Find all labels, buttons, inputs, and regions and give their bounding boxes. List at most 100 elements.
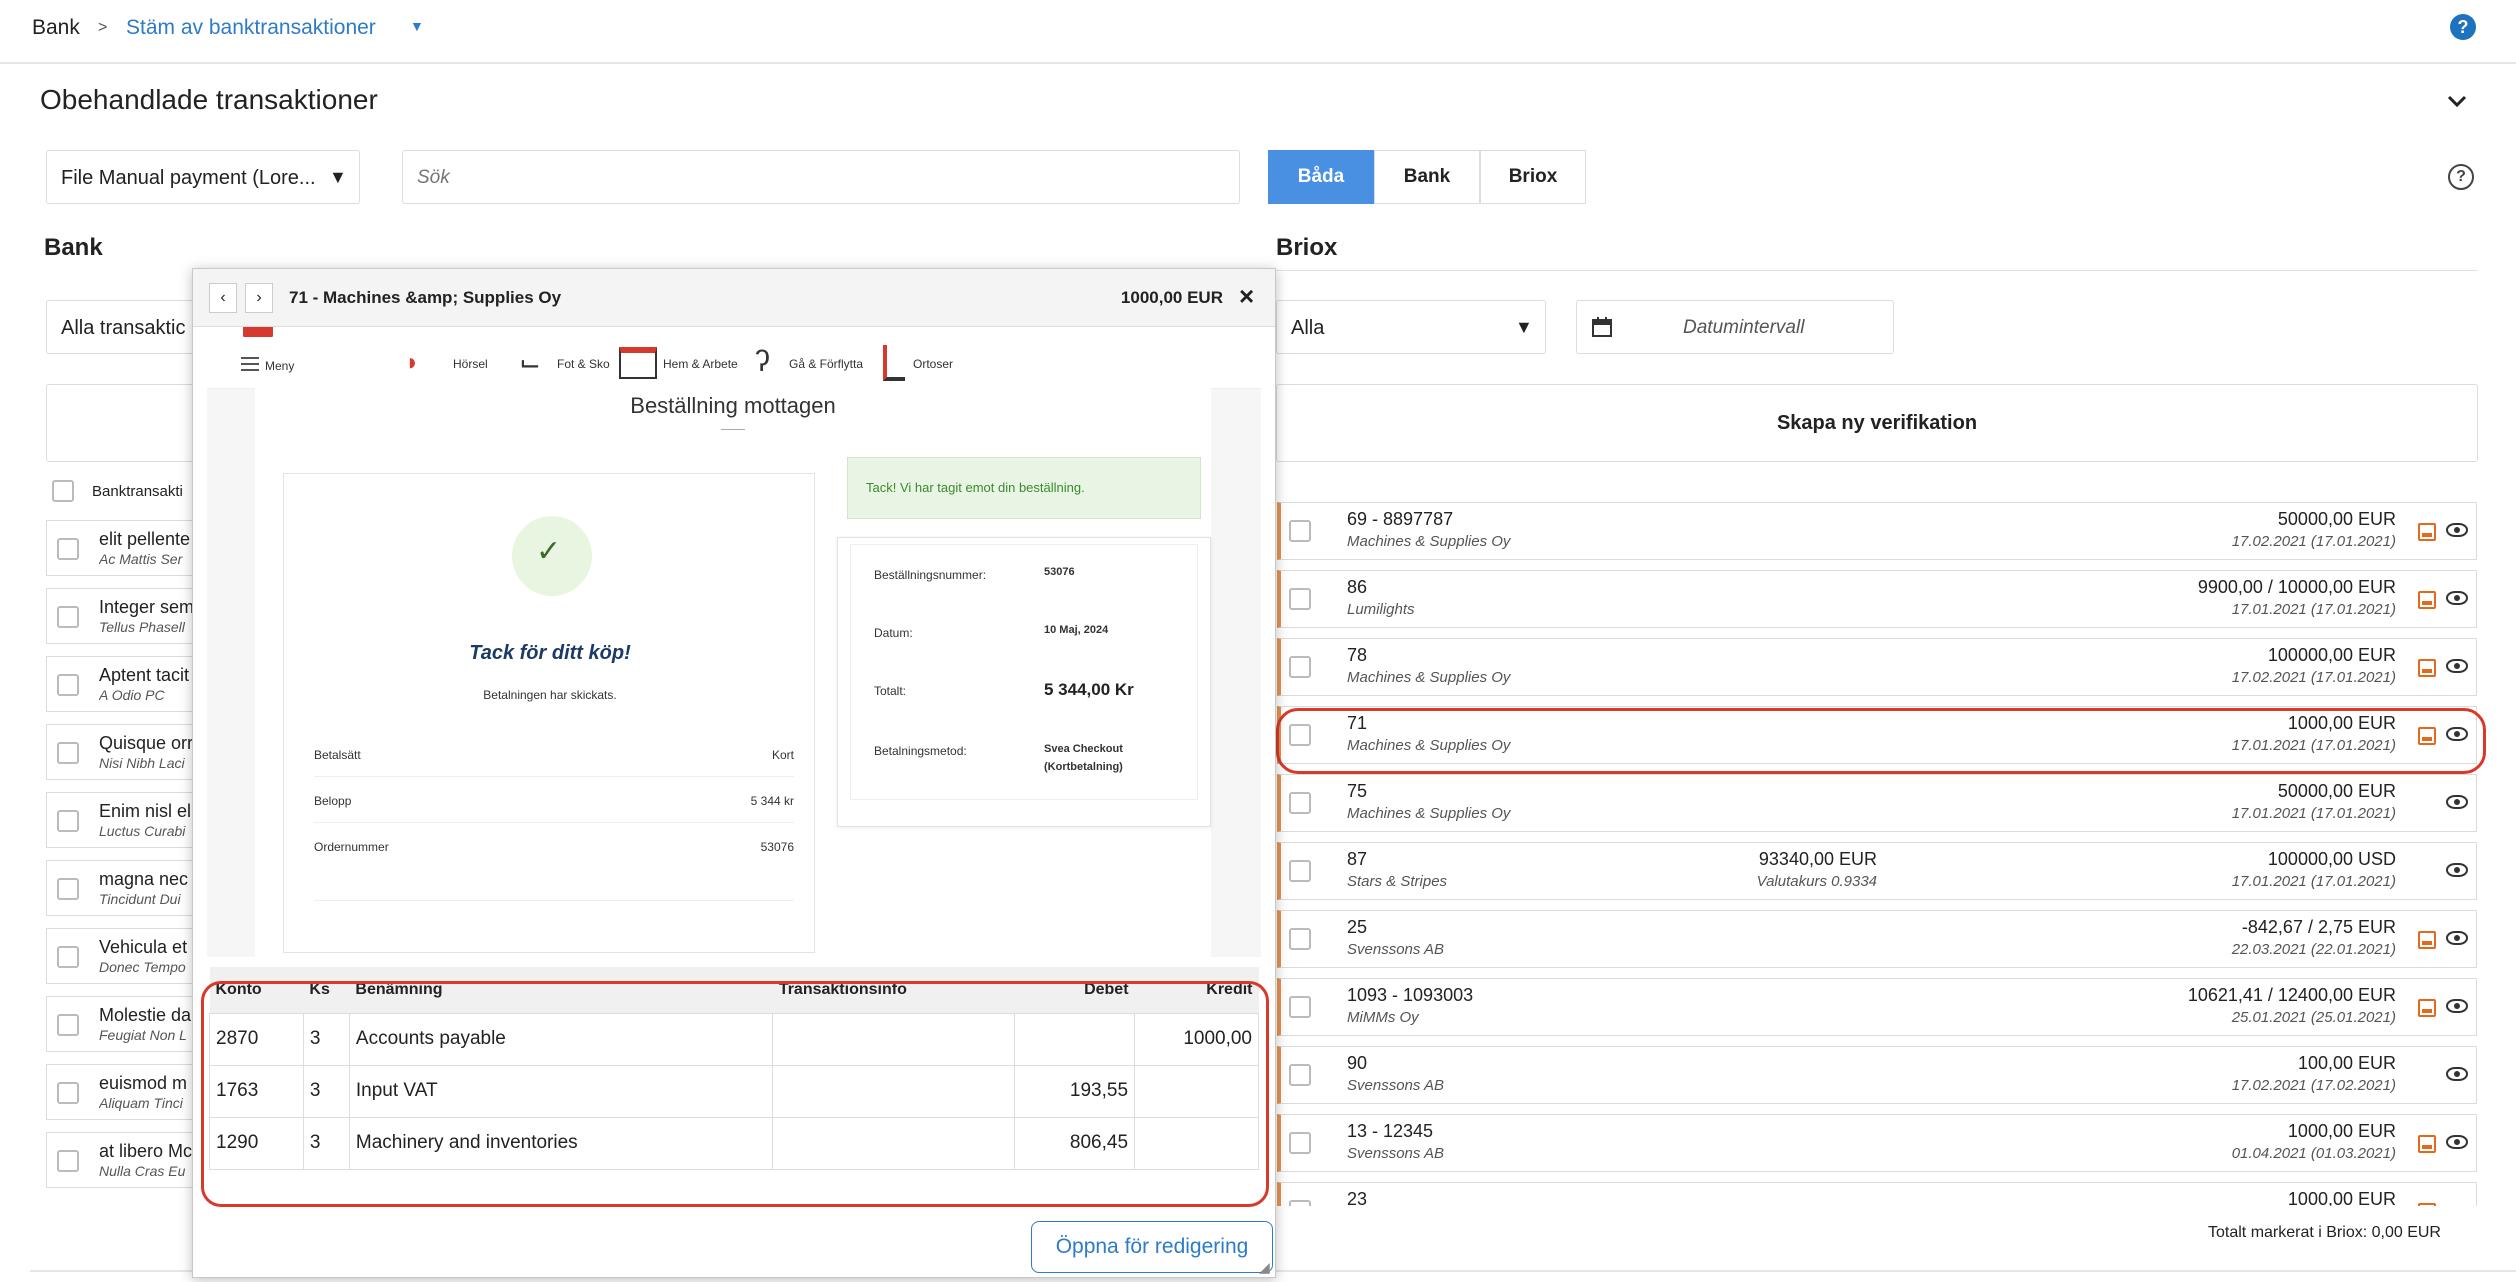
- row-checkbox[interactable]: [57, 538, 79, 560]
- briox-row[interactable]: 78 Machines & Supplies Oy 100000,00 EUR 17.…: [1277, 638, 2477, 696]
- file-select[interactable]: File Manual payment (Lore... ▼: [46, 150, 360, 204]
- row-checkbox[interactable]: [1289, 520, 1311, 542]
- receipt-heading: Beställning mottagen: [630, 393, 836, 418]
- eye-icon[interactable]: [2446, 523, 2468, 537]
- foot-icon: ⌙: [519, 347, 541, 377]
- attachment-image-icon[interactable]: [2418, 659, 2436, 677]
- briox-row-amount: 50000,00 EUR: [2277, 781, 2396, 801]
- briox-row-title: 87: [1347, 849, 1368, 869]
- eye-icon[interactable]: [2446, 1135, 2468, 1149]
- resize-handle-icon[interactable]: ◢: [1259, 1259, 1270, 1276]
- attachment-image-icon[interactable]: [2418, 1135, 2436, 1153]
- row-checkbox[interactable]: [1289, 588, 1311, 610]
- briox-row[interactable]: 25 Svenssons AB -842,67 / 2,75 EUR 22.03.20…: [1277, 910, 2477, 968]
- breadcrumb-current[interactable]: Stäm av banktransaktioner: [126, 16, 376, 40]
- briox-filter-select[interactable]: Alla ▼: [1276, 300, 1546, 354]
- briox-row[interactable]: 87 Stars & Stripes 93340,00 EUR Valutakurs …: [1277, 842, 2477, 900]
- row-checkbox[interactable]: [57, 878, 79, 900]
- briox-row[interactable]: 86 Lumilights 9900,00 / 10000,00 EUR 17.01.…: [1277, 570, 2477, 628]
- preview-nav-item: Ortoser: [913, 357, 954, 371]
- bank-select-all-checkbox[interactable]: [52, 480, 74, 502]
- success-badge-icon: ✓: [512, 516, 592, 596]
- bank-row-title: elit pellente: [99, 529, 191, 549]
- row-checkbox[interactable]: [57, 810, 79, 832]
- briox-title: Briox: [1276, 234, 1338, 261]
- row-checkbox[interactable]: [57, 946, 79, 968]
- ear-icon: ◗: [405, 349, 420, 376]
- row-checkbox[interactable]: [57, 606, 79, 628]
- file-select-dropdown-icon: ▼: [329, 167, 347, 187]
- row-checkbox[interactable]: [1289, 1200, 1311, 1206]
- attachment-image-icon[interactable]: [2418, 1203, 2436, 1206]
- row-checkbox[interactable]: [1289, 996, 1311, 1018]
- row-checkbox[interactable]: [1289, 656, 1311, 678]
- create-verification-button[interactable]: Skapa ny verifikation: [1276, 384, 2478, 462]
- bank-row[interactable]: Enim nisl el Luctus Curabi: [46, 792, 198, 848]
- bank-row[interactable]: euismod m Aliquam Tinci: [46, 1064, 198, 1120]
- briox-row-amount: -842,67 / 2,75 EUR: [2241, 917, 2396, 937]
- bank-row[interactable]: Vehicula et Donec Tempo: [46, 928, 198, 984]
- date-range-field[interactable]: Datumintervall: [1576, 300, 1894, 354]
- row-checkbox[interactable]: [57, 1150, 79, 1172]
- briox-row-sub: Svenssons AB: [1347, 1145, 1444, 1162]
- segment-bank[interactable]: Bank: [1374, 150, 1480, 204]
- briox-row[interactable]: 90 Svenssons AB 100,00 EUR 17.02.2021 (17.0…: [1277, 1046, 2477, 1104]
- briox-row-date: 22.03.2021 (22.01.2021): [2231, 941, 2396, 958]
- row-checkbox[interactable]: [1289, 860, 1311, 882]
- open-for-editing-button[interactable]: Öppna för redigering: [1031, 1221, 1273, 1273]
- row-checkbox[interactable]: [1289, 1064, 1311, 1086]
- row-checkbox[interactable]: [1289, 1132, 1311, 1154]
- briox-row[interactable]: 23 1000,00 EUR: [1277, 1182, 2477, 1206]
- attachment-image-icon[interactable]: [2418, 931, 2436, 949]
- row-checkbox[interactable]: [57, 674, 79, 696]
- collapse-chevron-down-icon[interactable]: [2446, 94, 2468, 108]
- bank-filter-select[interactable]: Alla transaktic: [46, 300, 206, 354]
- eye-icon[interactable]: [2446, 659, 2468, 673]
- eye-icon[interactable]: [2446, 931, 2468, 945]
- briox-row[interactable]: 1093 - 1093003 MiMMs Oy 10621,41 / 12400,0…: [1277, 978, 2477, 1036]
- previous-button[interactable]: ‹: [209, 283, 237, 313]
- attachment-image-icon[interactable]: [2418, 999, 2436, 1017]
- bank-row[interactable]: Aptent tacit A Odio PC: [46, 656, 198, 712]
- row-checkbox[interactable]: [1289, 792, 1311, 814]
- bank-row-sub: Ac Mattis Ser: [99, 551, 183, 567]
- breadcrumb-root[interactable]: Bank: [32, 16, 80, 40]
- eye-icon[interactable]: [2446, 863, 2468, 877]
- home-work-icon: [619, 347, 657, 379]
- row-checkbox[interactable]: [57, 1082, 79, 1104]
- attachment-image-icon[interactable]: [2418, 591, 2436, 609]
- eye-icon[interactable]: [2446, 999, 2468, 1013]
- briox-row-date: 17.02.2021 (17.01.2021): [2231, 533, 2396, 550]
- help-icon[interactable]: ?: [2450, 14, 2476, 40]
- bank-row[interactable]: magna nec Tincidunt Dui: [46, 860, 198, 916]
- eye-icon[interactable]: [2446, 795, 2468, 809]
- briox-row[interactable]: 75 Machines & Supplies Oy 50000,00 EUR 17.0…: [1277, 774, 2477, 832]
- breadcrumb-dropdown-icon[interactable]: ▼: [410, 18, 424, 34]
- row-checkbox[interactable]: [57, 742, 79, 764]
- payment-card: ✓ Tack för ditt köp! Betalningen har ski…: [283, 473, 815, 953]
- next-button[interactable]: ›: [245, 283, 273, 313]
- segment-briox[interactable]: Briox: [1480, 150, 1586, 204]
- briox-total: Totalt markerat i Briox: 0,00 EUR: [2208, 1224, 2441, 1241]
- segment-both[interactable]: Båda: [1268, 150, 1374, 204]
- selected-row-highlight: [1276, 708, 2486, 774]
- bank-row[interactable]: elit pellente Ac Mattis Ser: [46, 520, 198, 576]
- search-input[interactable]: [417, 163, 1217, 193]
- eye-icon[interactable]: [2446, 1067, 2468, 1081]
- briox-row-title: 23: [1347, 1189, 1368, 1206]
- bank-row[interactable]: Molestie da Feugiat Non L: [46, 996, 198, 1052]
- briox-row[interactable]: 13 - 12345 Svenssons AB 1000,00 EUR 01.04.2…: [1277, 1114, 2477, 1172]
- row-checkbox[interactable]: [57, 1014, 79, 1036]
- attachment-image-icon[interactable]: [2418, 523, 2436, 541]
- bank-row[interactable]: Quisque orr Nisi Nibh Laci: [46, 724, 198, 780]
- order-label: Totalt:: [874, 684, 907, 698]
- eye-icon[interactable]: [2446, 591, 2468, 605]
- row-checkbox[interactable]: [1289, 928, 1311, 950]
- briox-row-amount: 10621,41 / 12400,00 EUR: [2187, 985, 2396, 1005]
- close-icon[interactable]: ×: [1239, 281, 1254, 312]
- briox-row[interactable]: 69 - 8897787 Machines & Supplies Oy 50000,…: [1277, 502, 2477, 560]
- info-question-icon[interactable]: ?: [2448, 164, 2474, 190]
- bank-row[interactable]: at libero Mc Nulla Cras Eu: [46, 1132, 198, 1188]
- bank-row[interactable]: Integer sem Tellus Phasell: [46, 588, 198, 644]
- order-value: Svea Checkout (Kortbetalning): [1044, 743, 1123, 773]
